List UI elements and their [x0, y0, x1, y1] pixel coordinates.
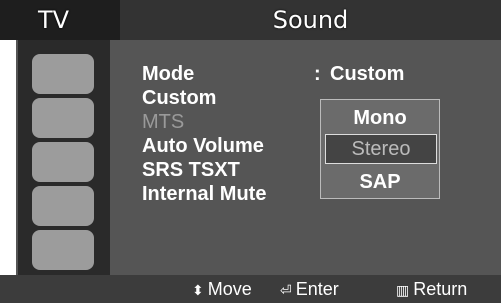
menu-item-internal-mute[interactable]: Internal Mute	[142, 182, 266, 206]
tab-sound[interactable]: Sound	[120, 0, 501, 40]
sound-icon[interactable]	[32, 98, 94, 138]
option-mono[interactable]: Mono	[321, 103, 439, 133]
menu-item-mode[interactable]: Mode	[142, 62, 194, 86]
menu-item-custom[interactable]: Custom	[142, 86, 216, 110]
button-guide-bar: ⬍ Move ⏎ Enter ▥ Return	[0, 275, 501, 303]
option-stereo[interactable]: Stereo	[325, 134, 437, 164]
setup-icon[interactable]	[32, 186, 94, 226]
return-icon: ▥	[396, 282, 410, 298]
menu-header: TV Sound	[0, 0, 501, 40]
enter-hint: ⏎ Enter	[280, 275, 339, 303]
tab-sound-label: Sound	[272, 6, 349, 34]
move-hint: ⬍ Move	[192, 275, 252, 303]
colon-mode: :	[314, 63, 321, 85]
category-sidebar	[16, 40, 112, 275]
return-label: Return	[413, 279, 468, 299]
enter-label: Enter	[295, 279, 339, 299]
option-sap[interactable]: SAP	[321, 167, 439, 197]
move-arrows-icon: ⬍	[192, 282, 204, 298]
return-hint: ▥ Return	[396, 275, 467, 303]
picture-icon[interactable]	[32, 54, 94, 94]
input-icon[interactable]	[32, 230, 94, 270]
mts-options-popup: Mono Stereo SAP	[320, 99, 440, 199]
menu-item-mts[interactable]: MTS	[142, 110, 184, 134]
channel-icon[interactable]	[32, 142, 94, 182]
enter-icon: ⏎	[280, 282, 292, 298]
tab-tv-label: TV	[38, 6, 70, 34]
tv-osd-screen: TV Sound Mode : Custom Custom MTS Auto V…	[0, 0, 501, 303]
menu-item-auto-volume[interactable]: Auto Volume	[142, 134, 264, 158]
mode-value: Custom	[330, 63, 405, 85]
menu-item-srs-tsxt[interactable]: SRS TSXT	[142, 158, 240, 182]
move-label: Move	[207, 279, 252, 299]
tab-tv[interactable]: TV	[0, 0, 120, 40]
